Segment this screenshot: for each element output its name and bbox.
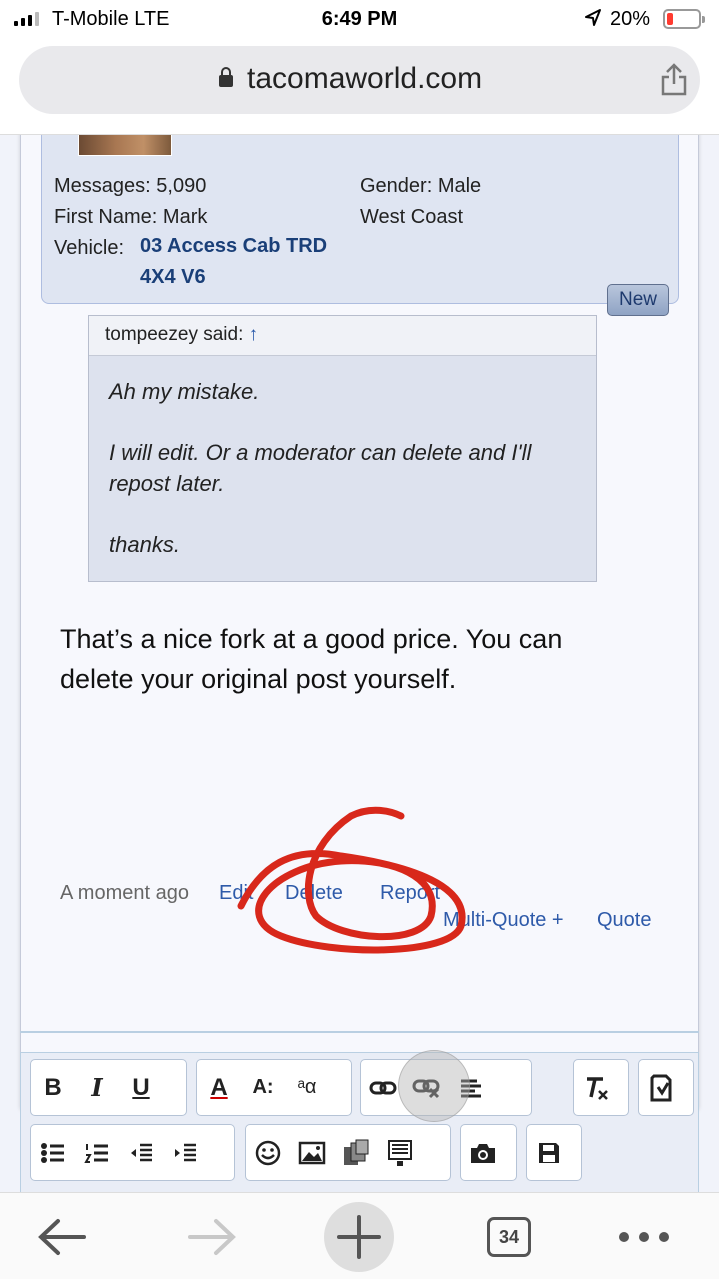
quote-line: thanks.: [109, 532, 180, 557]
gender-row: Gender: Male: [360, 175, 481, 198]
page: T-Mobile LTE 6:49 PM 20% tacomaworld.com…: [0, 0, 719, 1279]
code-icon[interactable]: [378, 1128, 422, 1178]
save-draft-icon[interactable]: [527, 1128, 571, 1178]
toggle-mode-group: [638, 1059, 694, 1116]
share-icon[interactable]: [659, 62, 689, 96]
vehicle-link-line2[interactable]: 4X4 V6: [140, 266, 206, 289]
font-family-button[interactable]: ᵃα: [285, 1063, 329, 1113]
first-name-value: Mark: [162, 206, 208, 228]
insert-group: [245, 1124, 451, 1181]
battery-icon: [663, 9, 705, 29]
hand-drawn-circle-annotation: [237, 806, 466, 954]
camera-icon[interactable]: [461, 1128, 505, 1178]
browser-bottom-bar: 34: [0, 1192, 719, 1279]
status-bar: T-Mobile LTE 6:49 PM 20%: [0, 0, 719, 40]
divider: [20, 1031, 699, 1033]
post-message: That’s a nice fork at a good price. You …: [60, 624, 563, 694]
remove-format-icon[interactable]: [639, 1063, 683, 1113]
browser-toolbar: tacomaworld.com: [0, 40, 719, 135]
indent-icon[interactable]: [163, 1128, 207, 1178]
clear-format-icon[interactable]: [574, 1063, 618, 1113]
battery-percent: 20%: [610, 8, 651, 30]
avatar[interactable]: [78, 135, 172, 156]
quote-block: tompeezey said: ↑ Ah my mistake. I will …: [88, 315, 597, 582]
messages-row: Messages: 5,090: [54, 175, 206, 198]
new-badge: New: [607, 284, 669, 316]
quote-line: Ah my mistake.: [109, 379, 260, 404]
outdent-icon[interactable]: [119, 1128, 163, 1178]
vehicle-link-line1[interactable]: 03 Access Cab TRD: [140, 235, 327, 258]
quote-link[interactable]: Quote: [597, 909, 651, 932]
text-color-button[interactable]: A: [197, 1063, 241, 1113]
italic-button[interactable]: I: [75, 1063, 119, 1113]
address-bar[interactable]: tacomaworld.com: [19, 46, 700, 114]
forward-arrow-icon[interactable]: [186, 1217, 238, 1257]
bullet-list-icon[interactable]: [31, 1128, 75, 1178]
page-content: Messages: 5,090 First Name: Mark Vehicle…: [0, 135, 719, 1192]
media-icon[interactable]: [334, 1128, 378, 1178]
messages-value: 5,090: [156, 175, 207, 197]
vehicle-label: Vehicle:: [54, 237, 125, 259]
plus-icon: [337, 1215, 381, 1259]
format-group: B I U: [30, 1059, 187, 1116]
url-text: tacomaworld.com: [247, 62, 483, 95]
font-size-button[interactable]: A:: [241, 1063, 285, 1113]
new-tab-button[interactable]: [324, 1202, 394, 1272]
messages-label: Messages:: [54, 175, 151, 197]
back-arrow-icon[interactable]: [36, 1217, 88, 1257]
gender-label: Gender:: [360, 175, 433, 197]
list-group: [30, 1124, 235, 1181]
first-name-row: First Name: Mark: [54, 206, 207, 229]
touch-indicator: [398, 1050, 470, 1122]
smiley-icon[interactable]: [246, 1128, 290, 1178]
location-value: West Coast: [360, 206, 463, 228]
user-info-box: Messages: 5,090 First Name: Mark Vehicle…: [41, 135, 679, 304]
image-icon[interactable]: [290, 1128, 334, 1178]
gender-value: Male: [437, 175, 482, 197]
location-arrow-icon: [585, 9, 601, 26]
lock-icon: [219, 67, 233, 87]
quote-author: tompeezey said:: [105, 324, 244, 345]
forum-post: Messages: 5,090 First Name: Mark Vehicle…: [20, 135, 699, 1109]
post-timestamp: A moment ago: [60, 882, 189, 904]
font-group: A A: ᵃα: [196, 1059, 352, 1116]
more-options-icon[interactable]: [616, 1227, 672, 1247]
quote-body: Ah my mistake. I will edit. Or a moderat…: [89, 356, 596, 580]
quote-header: tompeezey said: ↑: [89, 316, 596, 356]
quote-line: I will edit. Or a moderator can delete a…: [109, 440, 532, 496]
bold-button[interactable]: B: [31, 1063, 75, 1113]
numbered-list-icon[interactable]: [75, 1128, 119, 1178]
first-name-label: First Name:: [54, 206, 158, 228]
clear-format-group: [573, 1059, 629, 1116]
editor-toolbar: B I U A A: ᵃα: [20, 1052, 699, 1192]
save-group: [526, 1124, 582, 1181]
quote-source-link[interactable]: ↑: [249, 324, 259, 345]
underline-button[interactable]: U: [119, 1063, 163, 1113]
camera-group: [460, 1124, 517, 1181]
tab-count-button[interactable]: 34: [487, 1217, 531, 1257]
